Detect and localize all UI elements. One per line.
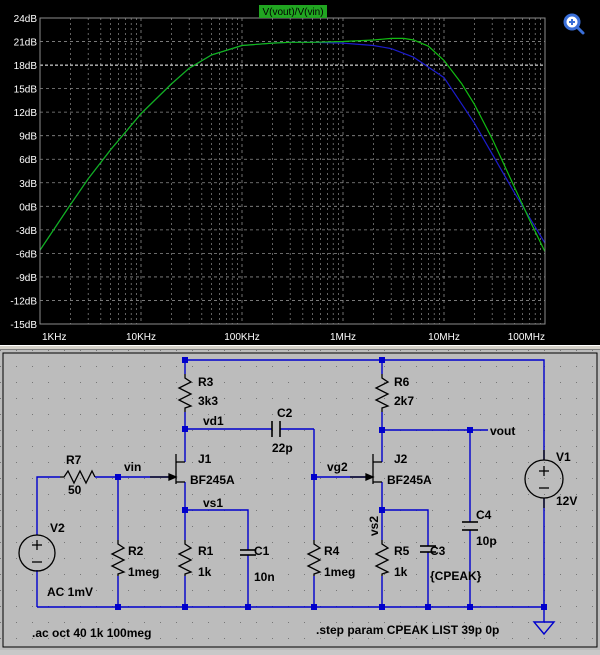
r5-name: R5 (394, 544, 410, 558)
c1-value: 10n (254, 570, 275, 584)
c2-value: 22p (272, 441, 293, 455)
r3-name: R3 (198, 375, 214, 389)
bode-plot[interactable]: 1KHz 10KHz 100KHz 1MHz 10MHz 100MHz 24dB 21dB 18… (0, 0, 600, 345)
y-tick-label: 21dB (14, 38, 38, 49)
trace-label[interactable]: V(vout)/V(vin) (262, 7, 323, 18)
y-tick-label: 3dB (19, 179, 37, 190)
r3-value: 3k3 (198, 394, 218, 408)
y-tick-label: 18dB (14, 61, 38, 72)
y-tick-label: -15dB (10, 320, 37, 331)
c1-name: C1 (254, 544, 270, 558)
ac-analysis-directive[interactable]: .ac oct 40 1k 100meg (32, 626, 151, 640)
v1-value: 12V (556, 494, 577, 508)
r6-name: R6 (394, 375, 410, 389)
net-vs2-label: vs2 (367, 516, 381, 536)
y-tick-label: -6dB (16, 249, 37, 260)
c2-name: C2 (277, 406, 293, 420)
j2-name: J2 (394, 452, 408, 466)
r7-value: 50 (68, 483, 82, 497)
step-param-directive[interactable]: .step param CPEAK LIST 39p 0p (316, 623, 499, 637)
y-tick-label: -12dB (10, 296, 37, 307)
r5-value: 1k (394, 565, 408, 579)
y-tick-label: 24dB (14, 14, 38, 25)
plot-background (0, 0, 600, 345)
x-tick-label: 10MHz (428, 332, 460, 343)
v2-value: AC 1mV (47, 585, 93, 599)
x-tick-label: 1KHz (42, 332, 66, 343)
x-tick-label: 10KHz (126, 332, 156, 343)
v1-name: V1 (556, 450, 571, 464)
r2-value: 1meg (128, 565, 159, 579)
r1-name: R1 (198, 544, 214, 558)
r4-value: 1meg (324, 565, 355, 579)
r6-value: 2k7 (394, 394, 414, 408)
schematic-background (0, 350, 600, 650)
net-vout-label: vout (490, 424, 515, 438)
x-tick-label: 100MHz (508, 332, 545, 343)
j1-name: J1 (198, 452, 212, 466)
c3-value: {CPEAK} (430, 569, 482, 583)
net-vd1-label: vd1 (203, 414, 224, 428)
r2-name: R2 (128, 544, 144, 558)
c4-name: C4 (476, 508, 492, 522)
y-tick-label: 0dB (19, 202, 37, 213)
r1-value: 1k (198, 565, 212, 579)
net-vin-label: vin (124, 460, 141, 474)
c4-value: 10p (476, 534, 497, 548)
x-tick-label: 1MHz (330, 332, 356, 343)
net-vs1-label: vs1 (203, 496, 223, 510)
r4-name: R4 (324, 544, 340, 558)
x-tick-label: 100KHz (224, 332, 260, 343)
y-tick-label: 6dB (19, 155, 37, 166)
schematic-canvas[interactable]: R3 3k3 R6 2k7 vd1 C2 22p vout J1 BF245A … (0, 350, 600, 650)
y-tick-label: 15dB (14, 85, 38, 96)
j1-value: BF245A (190, 473, 235, 487)
y-tick-label: 9dB (19, 132, 37, 143)
y-tick-label: -9dB (16, 273, 37, 284)
c3-name: C3 (430, 544, 446, 558)
waveform-viewer[interactable]: 1KHz 10KHz 100KHz 1MHz 10MHz 100MHz 24dB 21dB 18… (0, 0, 600, 345)
schematic-editor[interactable]: R3 3k3 R6 2k7 vd1 C2 22p vout J1 BF245A … (0, 350, 600, 650)
y-tick-label: -3dB (16, 226, 37, 237)
r7-name: R7 (66, 453, 82, 467)
y-tick-label: 12dB (14, 108, 38, 119)
j2-value: BF245A (387, 473, 432, 487)
v2-name: V2 (50, 521, 65, 535)
net-vg2-label: vg2 (327, 460, 348, 474)
